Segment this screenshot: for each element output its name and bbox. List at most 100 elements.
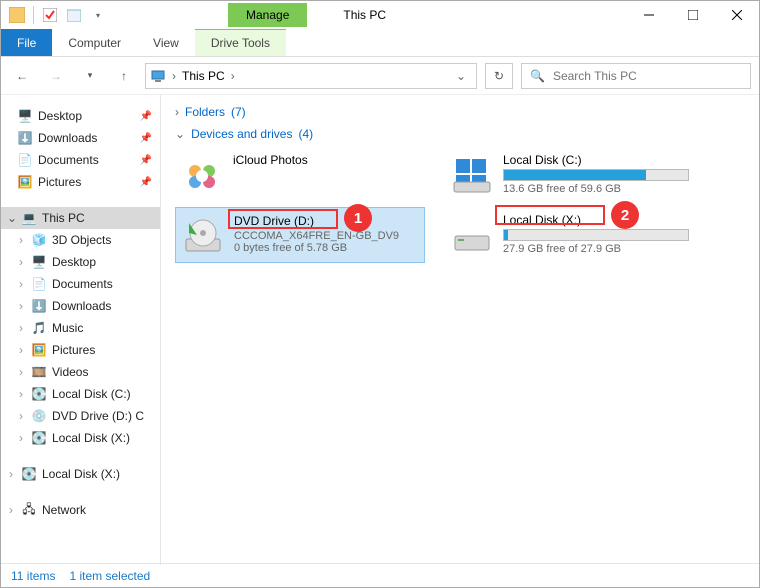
tree-item-local-disk-x[interactable]: 💽Local Disk (X:) — [1, 427, 160, 449]
tab-drive-tools[interactable]: Drive Tools — [195, 29, 286, 56]
tab-computer[interactable]: Computer — [52, 29, 137, 56]
pc-icon — [150, 68, 166, 84]
drive-icon — [451, 213, 493, 255]
breadcrumb-dropdown-icon[interactable]: ⌄ — [456, 69, 472, 83]
quick-access-group: 🖥️Desktop📌 ⬇️Downloads📌 📄Documents📌 🖼️Pi… — [1, 105, 160, 193]
pin-icon: 📌 — [140, 133, 152, 144]
section-label: Devices and drives — [191, 127, 292, 141]
file-tab[interactable]: File — [1, 29, 52, 56]
contextual-tab-label[interactable]: Manage — [228, 3, 307, 27]
section-devices[interactable]: ⌄ Devices and drives (4) — [175, 127, 745, 141]
search-box[interactable]: 🔍 — [521, 63, 751, 89]
tree-item-downloads[interactable]: ⬇️Downloads — [1, 295, 160, 317]
breadcrumb[interactable]: › This PC › ⌄ — [145, 63, 477, 89]
tree-item-pictures[interactable]: 🖼️Pictures📌 — [1, 171, 160, 193]
section-count: (7) — [231, 105, 246, 119]
address-bar: ← → ▾ ↑ › This PC › ⌄ ↻ 🔍 — [1, 57, 759, 95]
annotation-callout: 2 — [611, 201, 639, 229]
navigation-pane[interactable]: 🖥️Desktop📌 ⬇️Downloads📌 📄Documents📌 🖼️Pi… — [1, 95, 161, 565]
tab-view[interactable]: View — [137, 29, 195, 56]
tree-item-desktop[interactable]: 🖥️Desktop — [1, 251, 160, 273]
ribbon-tabs: File Computer View Drive Tools — [1, 29, 759, 57]
tile-dvd-drive[interactable]: DVD Drive (D:) CCCOMA_X64FRE_EN-GB_DV9 0… — [175, 207, 425, 263]
drive-icon — [451, 153, 493, 195]
content-pane[interactable]: › Folders (7) ⌄ Devices and drives (4) i… — [161, 95, 759, 565]
tree-item-pictures[interactable]: 🖼️Pictures — [1, 339, 160, 361]
dvd-icon: 💿 — [31, 408, 47, 424]
search-icon: 🔍 — [530, 69, 545, 83]
maximize-button[interactable] — [671, 1, 715, 29]
tile-title: Local Disk (C:) — [503, 153, 689, 167]
capacity-bar — [503, 169, 689, 181]
this-pc-group: 💻This PC 🧊3D Objects 🖥️Desktop 📄Document… — [1, 207, 160, 449]
tile-local-disk-x[interactable]: Local Disk (X:) 27.9 GB free of 27.9 GB … — [445, 207, 695, 263]
breadcrumb-item[interactable]: This PC — [182, 69, 225, 83]
pc-icon: 💻 — [21, 210, 37, 226]
pictures-icon: 🖼️ — [17, 174, 33, 190]
titlebar: ▾ Manage This PC — [1, 1, 759, 29]
documents-icon: 📄 — [31, 276, 47, 292]
tree-item-downloads[interactable]: ⬇️Downloads📌 — [1, 127, 160, 149]
section-folders[interactable]: › Folders (7) — [175, 105, 745, 119]
tree-item-desktop[interactable]: 🖥️Desktop📌 — [1, 105, 160, 127]
chevron-right-icon[interactable]: › — [172, 69, 176, 83]
status-selected-count: 1 item selected — [69, 569, 150, 583]
tree-item-3d-objects[interactable]: 🧊3D Objects — [1, 229, 160, 251]
tree-item-documents[interactable]: 📄Documents📌 — [1, 149, 160, 171]
downloads-icon: ⬇️ — [17, 130, 33, 146]
tree-item-videos[interactable]: 🎞️Videos — [1, 361, 160, 383]
downloads-icon: ⬇️ — [31, 298, 47, 314]
back-button[interactable]: ← — [9, 63, 35, 89]
section-label: Folders — [185, 105, 225, 119]
drive-icon: 💽 — [21, 466, 37, 482]
pictures-icon: 🖼️ — [31, 342, 47, 358]
tree-item-network[interactable]: 🖧Network — [1, 499, 160, 521]
music-icon: 🎵 — [31, 320, 47, 336]
annotation-box — [228, 209, 338, 229]
explorer-body: 🖥️Desktop📌 ⬇️Downloads📌 📄Documents📌 🖼️Pi… — [1, 95, 759, 565]
refresh-button[interactable]: ↻ — [485, 63, 513, 89]
drive-icon: 💽 — [31, 430, 47, 446]
chevron-right-icon[interactable]: › — [231, 69, 235, 83]
videos-icon: 🎞️ — [31, 364, 47, 380]
tree-item-local-disk-x-root[interactable]: 💽Local Disk (X:) — [1, 463, 160, 485]
pin-icon: 📌 — [140, 177, 152, 188]
status-bar: 11 items 1 item selected — [1, 563, 759, 587]
section-count: (4) — [298, 127, 313, 141]
tile-icloud-photos[interactable]: iCloud Photos — [175, 147, 425, 201]
window-title: This PC — [343, 8, 386, 22]
tile-local-disk-c[interactable]: Local Disk (C:) 13.6 GB free of 59.6 GB — [445, 147, 695, 201]
up-button[interactable]: ↑ — [111, 63, 137, 89]
minimize-button[interactable] — [627, 1, 671, 29]
desktop-icon: 🖥️ — [17, 108, 33, 124]
properties-icon[interactable] — [40, 5, 60, 25]
network-group: 🖧Network — [1, 499, 160, 521]
tree-item-music[interactable]: 🎵Music — [1, 317, 160, 339]
status-item-count: 11 items — [11, 569, 55, 583]
tree-item-local-disk-c[interactable]: 💽Local Disk (C:) — [1, 383, 160, 405]
close-button[interactable] — [715, 1, 759, 29]
tree-item-documents[interactable]: 📄Documents — [1, 273, 160, 295]
window-controls — [627, 1, 759, 29]
chevron-down-icon: ⌄ — [175, 127, 185, 141]
icloud-photos-icon — [181, 153, 223, 195]
annotation-callout: 1 — [344, 204, 372, 232]
3d-objects-icon: 🧊 — [31, 232, 47, 248]
qat-dropdown-icon[interactable]: ▾ — [88, 5, 108, 25]
capacity-bar — [503, 229, 689, 241]
quick-access-toolbar: ▾ — [1, 5, 108, 25]
devices-grid: iCloud Photos Local Disk (C:) 13.6 GB fr… — [175, 147, 745, 263]
network-icon: 🖧 — [21, 502, 37, 518]
forward-button[interactable]: → — [43, 63, 69, 89]
new-folder-icon[interactable] — [64, 5, 84, 25]
dvd-drive-icon — [182, 214, 224, 256]
chevron-right-icon: › — [175, 105, 179, 119]
tree-item-this-pc[interactable]: 💻This PC — [1, 207, 160, 229]
recent-locations-button[interactable]: ▾ — [77, 63, 103, 89]
separator — [33, 6, 34, 24]
app-icon[interactable] — [7, 5, 27, 25]
documents-icon: 📄 — [17, 152, 33, 168]
tree-item-dvd-drive[interactable]: 💿DVD Drive (D:) C — [1, 405, 160, 427]
search-input[interactable] — [553, 69, 742, 83]
tile-title: iCloud Photos — [233, 153, 419, 167]
